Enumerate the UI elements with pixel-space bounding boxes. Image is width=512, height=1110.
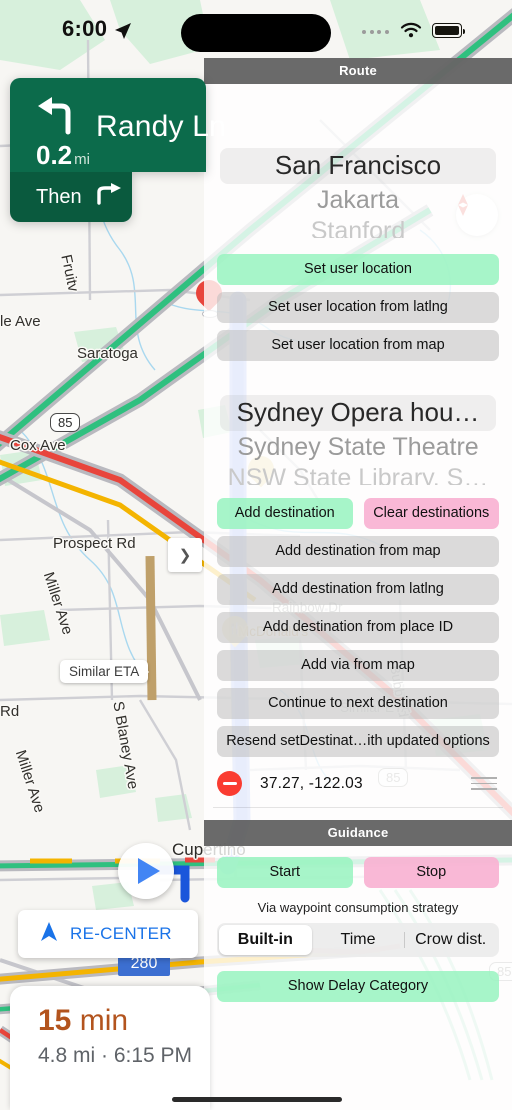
eta-duration: 15 min bbox=[38, 1004, 210, 1038]
clear-destinations-button[interactable]: Clear destinations bbox=[363, 498, 499, 529]
similar-eta-tooltip: Similar ETA bbox=[60, 660, 150, 683]
destination-button-group: Add destination from map Add destination… bbox=[204, 536, 512, 757]
strategy-label: Via waypoint consumption strategy bbox=[257, 900, 459, 915]
user-location-button-group: Set user location Set user location from… bbox=[204, 254, 512, 361]
start-guidance-button[interactable]: Start bbox=[217, 857, 353, 888]
route-section-header: Route bbox=[204, 58, 512, 84]
eta-detail: 4.8 mi · 6:15 PM bbox=[38, 1044, 193, 1067]
turn-right-icon bbox=[96, 183, 122, 211]
turn-street-name: Randy Ln bbox=[96, 110, 227, 143]
app-screen: le Ave Fruitv Saratoga Cox Ave Prospect … bbox=[0, 0, 512, 1110]
user-location-picker[interactable]: San Francisco Jakarta Stanford bbox=[204, 146, 512, 238]
map-label: Prospect Rd bbox=[53, 535, 136, 552]
picker-option[interactable]: Jakarta bbox=[204, 184, 512, 216]
add-via-from-map-button[interactable]: Add via from map bbox=[217, 650, 499, 681]
add-destination-from-place-id-button[interactable]: Add destination from place ID bbox=[217, 612, 499, 643]
remove-circle-icon[interactable] bbox=[217, 771, 242, 796]
destination-action-row: Add destination Clear destinations bbox=[217, 498, 499, 529]
picker-highlight bbox=[220, 148, 496, 184]
add-destination-button[interactable]: Add destination bbox=[217, 498, 353, 529]
turn-card-then: Then bbox=[10, 172, 132, 222]
destination-picker[interactable]: Sydney Opera hou… Sydney State Theatre N… bbox=[204, 393, 512, 485]
turn-distance-unit: mi bbox=[74, 151, 90, 168]
turn-distance-value: 0.2 bbox=[36, 140, 73, 170]
map-label: Cox Ave bbox=[10, 437, 66, 454]
status-time: 6:00 bbox=[62, 16, 108, 41]
picker-highlight bbox=[220, 395, 496, 431]
map-label: le Ave bbox=[0, 313, 41, 330]
map-label: Saratoga bbox=[77, 345, 138, 362]
guidance-action-row: Start Stop bbox=[217, 857, 499, 888]
waypoint-coordinates: 37.27, -122.03 bbox=[260, 774, 363, 792]
wifi-icon bbox=[400, 22, 422, 43]
continue-to-next-destination-button[interactable]: Continue to next destination bbox=[217, 688, 499, 719]
debug-panel: Route San Francisco Jakarta Stanford Set… bbox=[204, 58, 512, 1110]
strategy-option-built-in[interactable]: Built-in bbox=[219, 925, 312, 955]
recenter-label: RE-CENTER bbox=[70, 924, 172, 943]
signal-dots-icon bbox=[362, 30, 389, 34]
eta-duration-value: 15 bbox=[38, 1004, 72, 1037]
recenter-arrow-icon bbox=[40, 921, 58, 947]
dynamic-island bbox=[181, 14, 331, 52]
navigation-arrow-icon bbox=[114, 22, 132, 45]
map-label: Rd bbox=[0, 703, 20, 720]
status-bar: 6:00 bbox=[0, 0, 512, 58]
chevron-right-icon[interactable]: ❯ bbox=[168, 538, 202, 572]
add-destination-from-latlng-button[interactable]: Add destination from latlng bbox=[217, 574, 499, 605]
set-user-location-button[interactable]: Set user location bbox=[217, 254, 499, 285]
guidance-section-header: Guidance bbox=[204, 820, 512, 846]
drag-handle-icon[interactable] bbox=[471, 777, 497, 790]
turn-left-icon bbox=[36, 96, 82, 141]
eta-card[interactable]: 15 min 4.8 mi · 6:15 PM bbox=[10, 986, 210, 1110]
picker-option[interactable]: Sydney State Theatre bbox=[204, 431, 512, 463]
show-delay-category-button[interactable]: Show Delay Category bbox=[217, 971, 499, 1002]
navigation-turn-card: 0.2 mi Then bbox=[10, 78, 206, 222]
strategy-option-time[interactable]: Time bbox=[312, 925, 405, 955]
battery-icon bbox=[432, 23, 465, 38]
home-indicator bbox=[172, 1097, 342, 1102]
strategy-option-crow-dist[interactable]: Crow dist. bbox=[404, 925, 497, 955]
strategy-segmented-control[interactable]: Built-in Time Crow dist. bbox=[217, 923, 499, 957]
set-user-location-from-latlng-button[interactable]: Set user location from latlng bbox=[217, 292, 499, 323]
add-destination-from-map-button[interactable]: Add destination from map bbox=[217, 536, 499, 567]
highway-shield: 85 bbox=[50, 413, 81, 432]
then-label: Then bbox=[36, 185, 82, 208]
set-user-location-from-map-button[interactable]: Set user location from map bbox=[217, 330, 499, 361]
turn-distance: 0.2 mi bbox=[36, 140, 90, 171]
user-location-puck-icon[interactable] bbox=[118, 843, 174, 899]
waypoint-row[interactable]: 37.27, -122.03 bbox=[213, 768, 503, 808]
stop-guidance-button[interactable]: Stop bbox=[363, 857, 499, 888]
eta-duration-unit: min bbox=[79, 1004, 129, 1037]
picker-option[interactable]: Stanford bbox=[204, 216, 512, 238]
resend-set-destination-button[interactable]: Resend setDestinat…ith updated options bbox=[217, 726, 499, 757]
recenter-button[interactable]: RE-CENTER bbox=[18, 910, 198, 958]
picker-option[interactable]: NSW State Library, S… bbox=[204, 463, 512, 485]
